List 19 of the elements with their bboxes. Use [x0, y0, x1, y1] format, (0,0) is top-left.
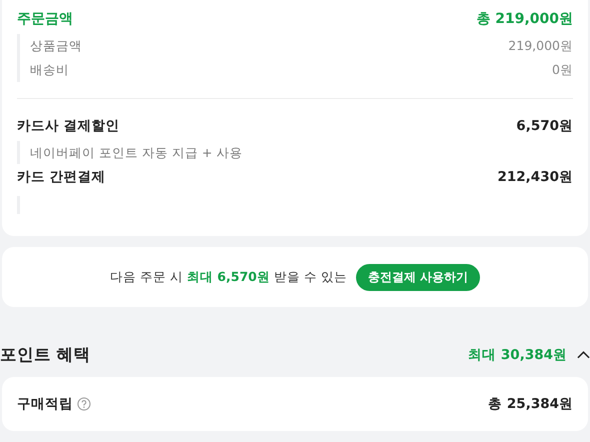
breakdown-label: 상품금액	[30, 37, 82, 55]
help-icon[interactable]	[77, 397, 91, 411]
promo-text: 다음 주문 시 최대 6,570원 받을 수 있는	[110, 268, 347, 286]
breakdown-label: 배송비	[30, 61, 69, 79]
payment-value: 212,430원	[498, 168, 573, 187]
order-amount-total: 총 219,000원	[476, 10, 573, 29]
discount-label: 카드사 결제할인	[17, 117, 120, 136]
charge-payment-button[interactable]: 충전결제 사용하기	[356, 264, 480, 290]
discount-value: 6,570원	[516, 117, 573, 136]
points-item-value: 총 25,384원	[488, 395, 573, 414]
points-max: 최대 30,384원	[468, 346, 567, 364]
payment-label: 카드 간편결제	[17, 168, 106, 187]
points-title: 포인트 혜택	[0, 344, 91, 366]
order-amount-label: 주문금액	[17, 10, 73, 29]
breakdown-value: 219,000원	[508, 37, 573, 55]
discount-note: 네이버페이 포인트 자동 지급 + 사용	[30, 145, 242, 160]
breakdown-value: 0원	[552, 61, 573, 79]
points-item-label: 구매적립	[17, 395, 73, 414]
chevron-up-icon[interactable]	[577, 351, 590, 359]
